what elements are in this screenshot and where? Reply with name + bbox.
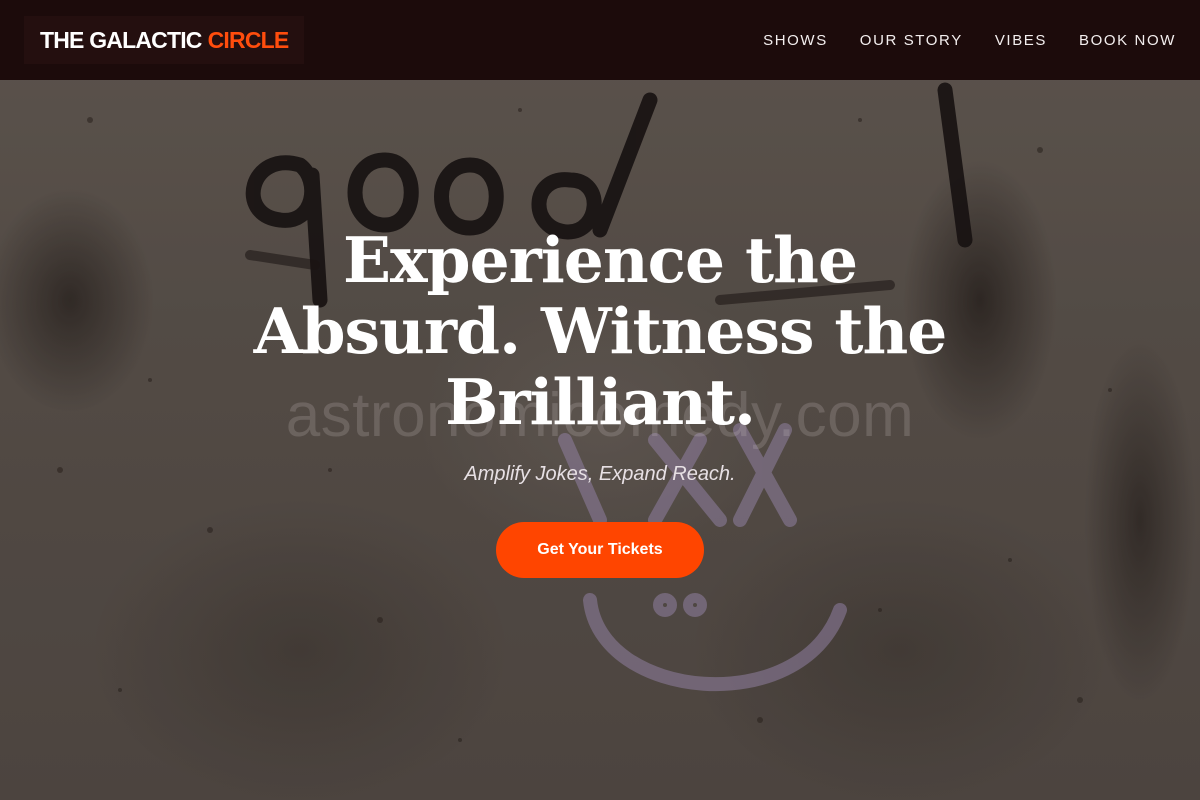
hero-section: astronomicomedy.com Experience the Absur… — [0, 80, 1200, 800]
nav-link-our-story[interactable]: OUR STORY — [860, 32, 963, 49]
main-nav: SHOWS OUR STORY VIBES BOOK NOW — [763, 32, 1176, 49]
hero-title: Experience the Absurd. Witness the Brill… — [250, 225, 950, 438]
brand-name-accent: CIRCLE — [207, 26, 290, 53]
brand-logo[interactable]: THE GALACTIC CIRCLE — [24, 16, 305, 64]
hero-title-line: Brilliant. — [445, 365, 756, 439]
nav-link-book-now[interactable]: BOOK NOW — [1079, 32, 1176, 49]
brand-name-primary: THE GALACTIC — [40, 26, 202, 53]
navbar: THE GALACTIC CIRCLE SHOWS OUR STORY VIBES… — [0, 0, 1200, 80]
nav-link-vibes[interactable]: VIBES — [995, 32, 1047, 49]
get-tickets-button[interactable]: Get Your Tickets — [496, 522, 704, 578]
hero-subtitle: Amplify Jokes, Expand Reach. — [464, 463, 736, 485]
hero-title-line: Experience the — [342, 223, 858, 297]
nav-link-shows[interactable]: SHOWS — [763, 32, 828, 49]
hero-title-line: Absurd. Witness the — [253, 294, 948, 368]
